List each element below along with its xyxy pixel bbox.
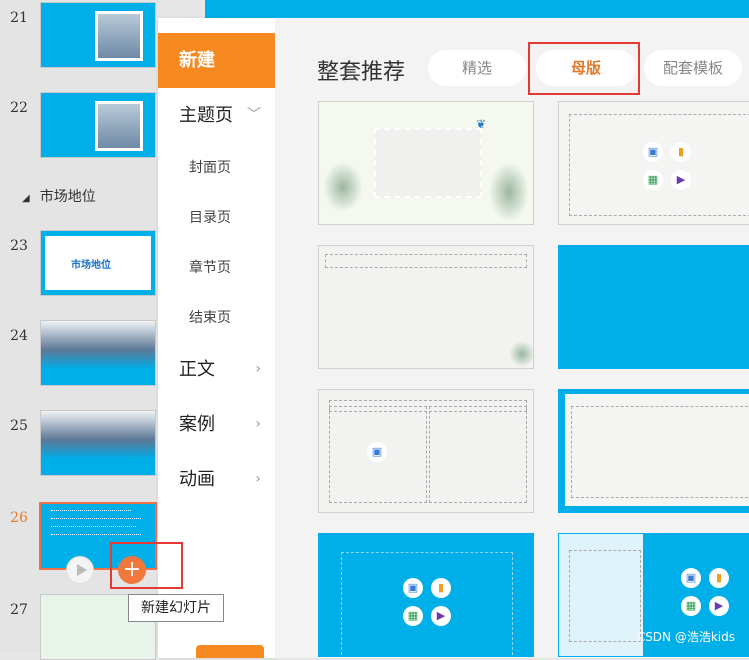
- menu-item-body[interactable]: 正文 ›: [158, 342, 275, 397]
- slide-number: 21: [10, 10, 28, 26]
- chart-icon: ▮: [709, 568, 729, 588]
- video-icon: ▶: [709, 596, 729, 616]
- menu-sub-chapter[interactable]: 章节页: [158, 243, 275, 293]
- slide-number: 22: [10, 100, 28, 116]
- slide-title: 市场地位: [71, 260, 111, 271]
- menu-item-case[interactable]: 案例 ›: [158, 397, 275, 452]
- page-title: 整套推荐: [317, 60, 406, 85]
- slide-number: 26: [10, 510, 28, 526]
- slide-number: 25: [10, 418, 28, 434]
- table-icon: ▦: [403, 606, 423, 626]
- top-blue-bar: [205, 0, 749, 18]
- menu-label: 正文: [179, 359, 215, 380]
- menu-item-theme-page[interactable]: 主题页 ﹀: [158, 88, 275, 143]
- menu-sub-cover[interactable]: 封面页: [158, 143, 275, 193]
- template-card[interactable]: [318, 245, 534, 369]
- chart-icon: ▮: [431, 578, 451, 598]
- table-icon: ▦: [643, 170, 663, 190]
- section-label: 市场地位: [39, 189, 96, 205]
- highlight-box: [110, 542, 183, 589]
- play-button[interactable]: [66, 556, 94, 584]
- image-icon: ▣: [643, 142, 663, 162]
- chart-icon: ▮: [671, 142, 691, 162]
- slide-thumbnail[interactable]: 市场地位: [40, 230, 156, 296]
- video-icon: ▶: [671, 170, 691, 190]
- chevron-right-icon: ›: [255, 471, 261, 487]
- tab-featured[interactable]: 精选: [428, 50, 526, 86]
- chevron-right-icon: ›: [255, 416, 261, 432]
- watermark: CSDN @浩浩kids: [636, 630, 735, 644]
- bottom-button[interactable]: [196, 645, 264, 658]
- table-icon: ▦: [681, 596, 701, 616]
- menu-item-animation[interactable]: 动画 ›: [158, 452, 275, 507]
- menu-label: 主题页: [179, 105, 233, 126]
- slide-number: 27: [10, 602, 28, 618]
- highlight-box: [528, 42, 640, 95]
- image-icon: ▣: [681, 568, 701, 588]
- tab-matching-template[interactable]: 配套模板: [644, 50, 742, 86]
- menu-sub-end[interactable]: 结束页: [158, 293, 275, 343]
- image-icon: ▣: [403, 578, 423, 598]
- template-card[interactable]: [558, 245, 749, 369]
- template-card[interactable]: ▣: [318, 389, 534, 513]
- slide-thumbnail[interactable]: [40, 320, 156, 386]
- chevron-down-icon: ﹀: [247, 107, 261, 123]
- template-card[interactable]: ▣ ▮ ▦ ▶: [318, 533, 534, 657]
- new-slide-tooltip: 新建幻灯片: [128, 594, 224, 622]
- image-icon: ▣: [367, 442, 387, 462]
- menu-label: 案例: [179, 414, 215, 435]
- video-icon: ▶: [431, 606, 451, 626]
- slide-number: 24: [10, 328, 28, 344]
- slide-thumbnail[interactable]: [40, 410, 156, 476]
- template-card[interactable]: ❦: [318, 101, 534, 225]
- template-card[interactable]: [558, 389, 749, 513]
- butterfly-icon: ❦: [476, 117, 487, 131]
- menu-sub-toc[interactable]: 目录页: [158, 193, 275, 243]
- slide-thumbnail[interactable]: [40, 92, 156, 158]
- chevron-right-icon: ›: [255, 361, 261, 377]
- play-icon: [77, 564, 87, 576]
- section-header[interactable]: ◢ 市场地位: [22, 186, 96, 206]
- collapse-triangle-icon[interactable]: ◢: [22, 193, 30, 204]
- slide-thumbnail[interactable]: [40, 2, 156, 68]
- template-gallery: 整套推荐 精选 母版 配套模板 ❦ ▣ ▮ ▦ ▶ ▣ ▣ ▮ ▦ ▶ ▣ ▮ …: [275, 18, 749, 658]
- menu-item-new[interactable]: 新建: [158, 33, 275, 88]
- menu-label: 动画: [179, 469, 215, 490]
- slide-number: 23: [10, 238, 28, 254]
- template-card[interactable]: ▣ ▮ ▦ ▶: [558, 101, 749, 225]
